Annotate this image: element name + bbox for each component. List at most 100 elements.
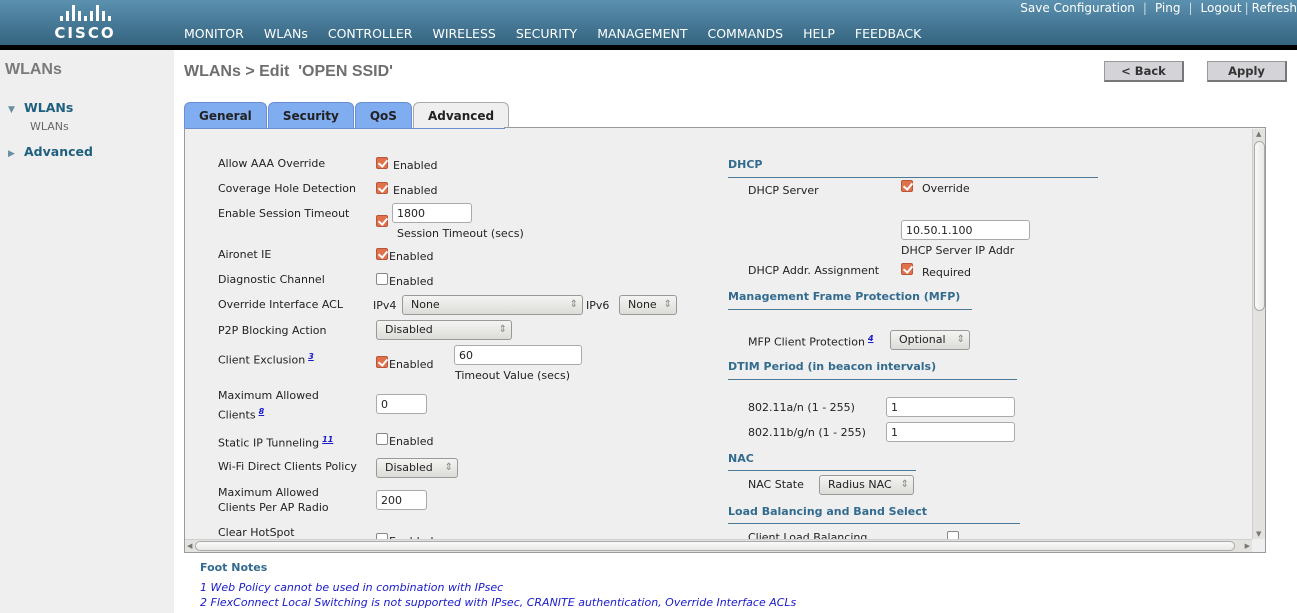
mfp-client-protection-label: MFP Client Protection 4 (748, 334, 874, 349)
scroll-right-icon[interactable]: ▶ (1245, 542, 1250, 550)
section-divider (728, 523, 1020, 524)
session-timeout-input[interactable] (392, 203, 472, 223)
sidebar-item-wlans[interactable]: ▼ WLANs (8, 100, 73, 115)
dtim-bg-input[interactable] (886, 422, 1015, 442)
tab-bar: General Security QoS Advanced (184, 102, 510, 128)
section-divider (728, 177, 1098, 178)
section-divider (728, 379, 1017, 380)
dhcp-override-checkbox[interactable] (901, 180, 913, 192)
brand-name: CISCO (54, 24, 116, 42)
triangle-down-icon: ▼ (8, 105, 15, 115)
vertical-scroll-thumb[interactable] (1254, 141, 1265, 311)
dhcp-required-checkbox[interactable] (901, 263, 913, 275)
footnote-link-3[interactable]: 3 (308, 352, 314, 361)
sidebar-item-label: WLANs (24, 100, 74, 115)
dhcp-server-ip-input[interactable] (901, 220, 1030, 240)
logout-link[interactable]: Logout (1201, 1, 1242, 15)
allow-aaa-override-checkbox[interactable] (376, 157, 388, 169)
divider: | (1142, 1, 1147, 15)
ipv4-label: IPv4 (373, 299, 397, 312)
horizontal-scrollbar[interactable]: ◀ ▶ (185, 539, 1252, 552)
dhcp-override-text: Override (922, 182, 970, 195)
vertical-scrollbar[interactable]: ▲ ▼ (1252, 129, 1265, 539)
advanced-settings-panel: Allow AAA Override Enabled Coverage Hole… (184, 128, 1266, 553)
client-exclusion-text: Client Exclusion (218, 353, 306, 367)
diagnostic-channel-checkbox[interactable] (376, 273, 388, 285)
tab-security[interactable]: Security (267, 102, 354, 128)
cisco-bars-icon (50, 3, 120, 21)
max-clients-input[interactable] (376, 394, 427, 414)
apply-button[interactable]: Apply (1207, 61, 1287, 82)
save-configuration-link[interactable]: Save Configuration (1020, 1, 1135, 15)
scroll-up-icon[interactable]: ▲ (1256, 130, 1261, 138)
dtim-a-input[interactable] (886, 397, 1015, 417)
aironet-ie-label: Aironet IE (218, 248, 272, 261)
footnotes-title: Foot Notes (200, 561, 268, 574)
enable-session-timeout-checkbox[interactable] (376, 215, 388, 227)
dhcp-addr-assignment-label: DHCP Addr. Assignment (748, 264, 880, 277)
top-links: Save Configuration | Ping | Logout | Ref… (1020, 1, 1297, 15)
p2p-blocking-action-label: P2P Blocking Action (218, 324, 327, 337)
page-title: WLANs > Edit 'OPEN SSID' (184, 63, 393, 80)
exclusion-timeout-input[interactable] (454, 345, 582, 365)
tab-qos[interactable]: QoS (354, 102, 412, 128)
enable-session-timeout-label: Enable Session Timeout (218, 207, 350, 220)
dhcp-server-ip-caption: DHCP Server IP Addr (901, 244, 1015, 257)
max-allowed-clients-label: Maximum Allowed (218, 389, 319, 402)
dhcp-section-title: DHCP (728, 158, 763, 171)
clear-hotspot-label: Clear HotSpot (218, 526, 295, 539)
scroll-down-icon[interactable]: ▼ (1256, 530, 1261, 538)
static-ip-tunneling-checkbox[interactable] (376, 433, 388, 445)
p2p-blocking-select[interactable]: Disabled (376, 320, 512, 340)
session-timeout-caption: Session Timeout (secs) (397, 227, 524, 240)
sidebar-title: WLANs (5, 61, 62, 78)
nac-state-select[interactable]: Radius NAC (819, 475, 914, 495)
scroll-left-icon[interactable]: ◀ (187, 542, 192, 550)
exclusion-timeout-caption: Timeout Value (secs) (455, 369, 570, 382)
footnote-link-4[interactable]: 4 (868, 334, 874, 343)
wifi-direct-policy-select[interactable]: Disabled (376, 458, 458, 478)
diagnostic-channel-text: Enabled (389, 275, 434, 288)
triangle-right-icon: ▶ (8, 149, 15, 159)
max-clients-per-radio-input[interactable] (376, 490, 427, 510)
max-clients-per-radio-label: Maximum Allowed (218, 486, 319, 499)
clients-text: Clients (218, 408, 256, 422)
footnote-item: 2 FlexConnect Local Switching is not sup… (200, 596, 797, 609)
nac-section-title: NAC (728, 452, 754, 465)
top-banner: CISCO MONITOR WLANs CONTROLLER WIRELESS … (0, 0, 1297, 50)
tab-advanced[interactable]: Advanced (412, 102, 510, 128)
client-exclusion-checkbox[interactable] (376, 356, 388, 368)
dhcp-required-text: Required (922, 266, 971, 279)
override-interface-acl-label: Override Interface ACL (218, 298, 343, 311)
coverage-hole-detection-label: Coverage Hole Detection (218, 182, 356, 195)
ping-link[interactable]: Ping (1155, 1, 1181, 15)
footnote-link-11[interactable]: 11 (322, 435, 333, 444)
header-divider (0, 45, 1297, 50)
sidebar-subitem-wlans[interactable]: WLANs (30, 120, 69, 133)
divider: | (1244, 1, 1249, 15)
footnote-item: 1 Web Policy cannot be used in combinati… (200, 581, 504, 594)
tab-underline (185, 128, 505, 129)
horizontal-scroll-thumb[interactable] (195, 541, 1235, 551)
sidebar-item-advanced[interactable]: ▶ Advanced (8, 144, 93, 159)
coverage-hole-detection-text: Enabled (393, 184, 438, 197)
mfp-client-protection-text: MFP Client Protection (748, 335, 865, 349)
aironet-ie-checkbox[interactable] (376, 248, 388, 260)
wifi-direct-policy-label: Wi-Fi Direct Clients Policy (218, 460, 357, 473)
allow-aaa-override-label: Allow AAA Override (218, 157, 326, 170)
section-divider (728, 309, 972, 310)
tab-general[interactable]: General (184, 102, 267, 128)
static-ip-text: Static IP Tunneling (218, 436, 320, 450)
ipv4-acl-select[interactable]: None (402, 295, 583, 315)
sidebar-item-label: Advanced (24, 144, 93, 159)
footnote-link-8[interactable]: 8 (259, 407, 265, 416)
mfp-client-protection-select[interactable]: Optional (890, 330, 970, 350)
ipv6-label: IPv6 (586, 299, 610, 312)
client-exclusion-label: Client Exclusion 3 (218, 352, 314, 367)
client-exclusion-enabled-text: Enabled (389, 358, 434, 371)
diagnostic-channel-label: Diagnostic Channel (218, 273, 325, 286)
back-button[interactable]: < Back (1104, 61, 1184, 82)
ipv6-acl-select[interactable]: None (619, 295, 677, 315)
coverage-hole-detection-checkbox[interactable] (376, 182, 388, 194)
refresh-link[interactable]: Refresh (1252, 1, 1297, 15)
